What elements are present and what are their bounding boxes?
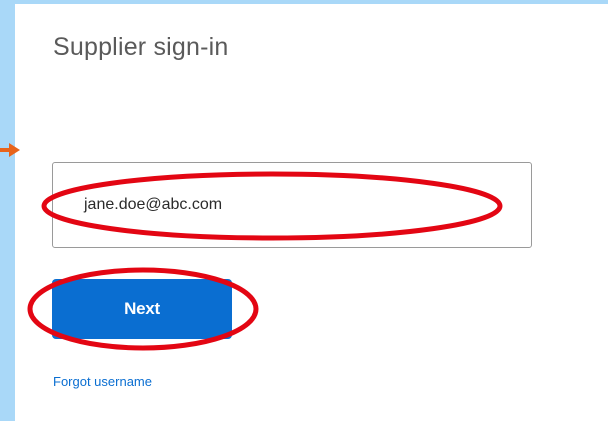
forgot-username-link[interactable]: Forgot username: [53, 374, 152, 389]
pointer-arrow-icon: [0, 143, 20, 157]
top-side-band: [0, 0, 608, 4]
username-value[interactable]: jane.doe@abc.com: [84, 196, 222, 214]
left-side-band: [0, 0, 15, 421]
next-button[interactable]: Next: [52, 279, 232, 339]
page-title: Supplier sign-in: [53, 33, 229, 61]
